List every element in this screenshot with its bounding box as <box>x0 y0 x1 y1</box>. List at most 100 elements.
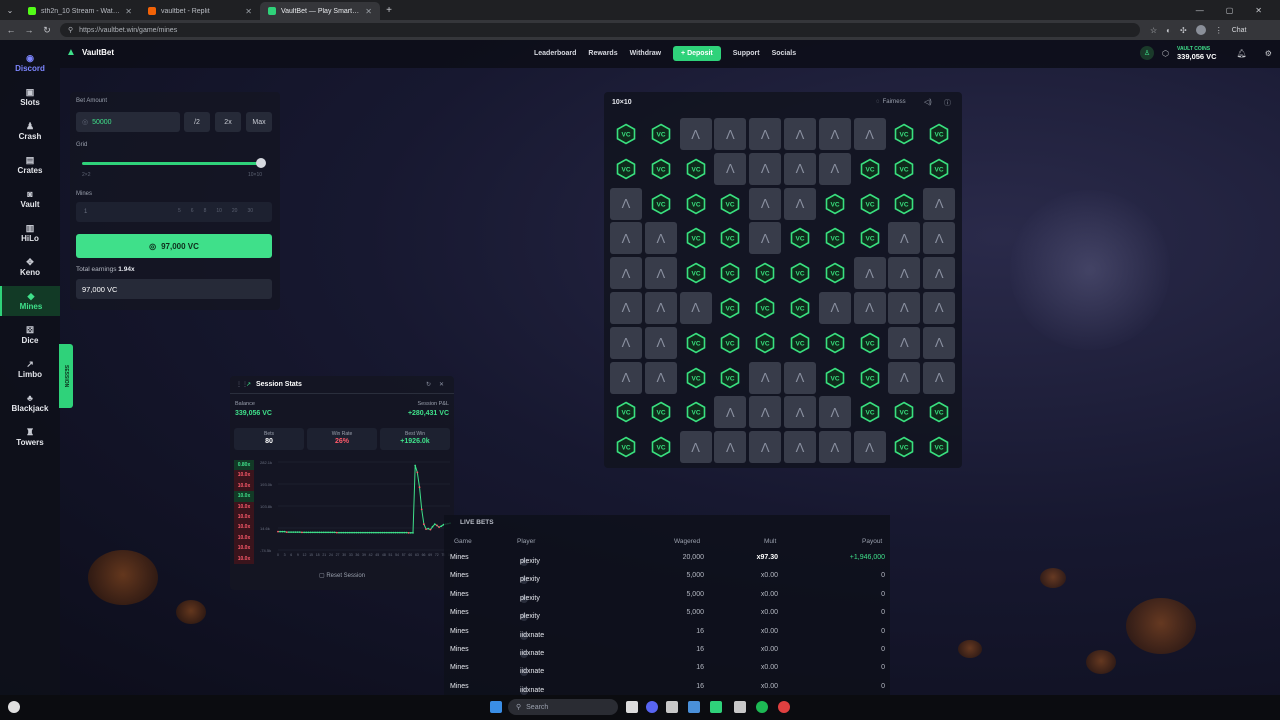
hidden-tile[interactable]: Λ <box>679 118 712 150</box>
cashout-button[interactable]: ◎ 97,000 VC <box>76 234 272 258</box>
gem-tile[interactable]: VC <box>819 362 851 394</box>
gem-tile[interactable]: VC <box>784 257 816 289</box>
gem-tile[interactable]: VC <box>784 292 816 324</box>
grid-slider-handle[interactable] <box>256 158 266 168</box>
minimize-icon[interactable]: — <box>1196 6 1204 15</box>
close-icon[interactable]: ✕ <box>439 381 444 388</box>
hidden-tile[interactable]: Λ <box>644 222 677 255</box>
gem-tile[interactable]: VC <box>645 153 677 185</box>
back-icon[interactable]: ← <box>4 25 18 35</box>
nav-socials[interactable]: Socials <box>772 47 797 60</box>
hidden-tile[interactable]: Λ <box>818 291 851 324</box>
hidden-tile[interactable]: Λ <box>888 326 921 359</box>
mines-preset-button[interactable]: 5 <box>178 208 181 214</box>
sidebar-item-towers[interactable]: ♜ Towers <box>0 422 60 452</box>
gem-tile[interactable]: VC <box>888 118 920 150</box>
browser-tab[interactable]: VaultBet — Play Smarter, Bet ✕ <box>260 2 380 20</box>
gem-tile[interactable]: VC <box>784 327 816 359</box>
deposit-button[interactable]: + Deposit <box>673 46 721 61</box>
hidden-tile[interactable]: Λ <box>610 222 642 255</box>
gem-tile[interactable]: VC <box>819 327 851 359</box>
gem-tile[interactable]: VC <box>819 222 851 254</box>
hidden-tile[interactable]: Λ <box>853 291 886 324</box>
hidden-tile[interactable]: Λ <box>923 257 956 290</box>
start-widget-icon[interactable] <box>8 701 20 713</box>
hidden-tile[interactable]: Λ <box>783 361 816 394</box>
gem-tile[interactable]: VC <box>888 396 920 428</box>
gem-tile[interactable]: VC <box>854 222 886 254</box>
gem-tile[interactable]: VC <box>854 188 886 220</box>
gem-tile[interactable]: VC <box>749 327 781 359</box>
hidden-tile[interactable]: Λ <box>888 361 921 394</box>
gem-tile[interactable]: VC <box>680 153 712 185</box>
hidden-tile[interactable]: Λ <box>853 118 886 150</box>
tab-close-icon[interactable]: ✕ <box>125 7 132 16</box>
mines-preset-button[interactable]: 8 <box>204 208 207 214</box>
mail-app-icon[interactable] <box>734 701 746 713</box>
hidden-tile[interactable]: Λ <box>923 291 956 324</box>
new-tab-button[interactable]: + <box>380 5 398 16</box>
chat-button[interactable]: Chat <box>1232 27 1247 34</box>
forward-icon[interactable]: → <box>22 25 36 35</box>
hidden-tile[interactable]: Λ <box>679 291 712 324</box>
browser-tab[interactable]: vaultbet - Replit ✕ <box>140 2 260 20</box>
discord-app-icon[interactable] <box>646 701 658 713</box>
hidden-tile[interactable]: Λ <box>853 257 886 290</box>
settings-gear-icon[interactable]: ⚙ <box>1265 49 1272 58</box>
gem-tile[interactable]: VC <box>888 188 920 220</box>
reset-session-button[interactable]: ▢ Reset Session <box>230 572 454 579</box>
mines-preset-button[interactable]: 20 <box>232 208 238 214</box>
hidden-tile[interactable]: Λ <box>714 152 747 185</box>
sidebar-item-vault[interactable]: ◙ Vault <box>0 184 60 214</box>
close-window-icon[interactable]: ✕ <box>1255 6 1262 15</box>
gem-tile[interactable]: VC <box>680 222 712 254</box>
session-stats-tab[interactable]: SESSION <box>59 344 73 408</box>
gem-tile[interactable]: VC <box>645 118 677 150</box>
reload-icon[interactable]: ↻ <box>40 25 54 36</box>
address-bar[interactable]: ⚲ https://vaultbet.win/game/mines <box>60 23 1140 37</box>
gem-tile[interactable]: VC <box>714 257 746 289</box>
browser-app-icon[interactable] <box>688 701 700 713</box>
menu-icon[interactable]: ⋮ <box>1215 26 1223 35</box>
help-icon[interactable]: ⓘ <box>944 98 951 108</box>
sidebar-item-discord[interactable]: ◉ Discord <box>0 48 60 78</box>
hidden-tile[interactable]: Λ <box>749 118 782 150</box>
gem-tile[interactable]: VC <box>680 396 712 428</box>
nav-withdraw[interactable]: Withdraw <box>630 47 661 60</box>
half-bet-button[interactable]: /2 <box>184 112 210 132</box>
tab-close-icon[interactable]: ✕ <box>365 7 372 16</box>
gem-tile[interactable]: VC <box>645 431 677 463</box>
wallet-balance[interactable]: VAULT COINS 339,056 VC <box>1177 45 1217 61</box>
chrome-icon[interactable] <box>778 701 790 713</box>
hidden-tile[interactable]: Λ <box>749 152 782 185</box>
gem-tile[interactable]: VC <box>680 327 712 359</box>
hidden-tile[interactable]: Λ <box>888 222 921 255</box>
brand-logo[interactable]: ▲ VaultBet <box>66 47 114 58</box>
hidden-tile[interactable]: Λ <box>818 118 851 150</box>
mines-preset-button[interactable]: 30 <box>247 208 253 214</box>
sidebar-item-crash[interactable]: ♟ Crash <box>0 116 60 146</box>
gem-tile[interactable]: VC <box>680 362 712 394</box>
gem-tile[interactable]: VC <box>749 292 781 324</box>
hidden-tile[interactable]: Λ <box>644 257 677 290</box>
gem-tile[interactable]: VC <box>923 118 955 150</box>
hidden-tile[interactable]: Λ <box>888 291 921 324</box>
gem-tile[interactable]: VC <box>610 396 642 428</box>
fairness-button[interactable]: ◌ Fairness <box>876 99 906 105</box>
hidden-tile[interactable]: Λ <box>714 118 747 150</box>
hidden-tile[interactable]: Λ <box>923 361 956 394</box>
hidden-tile[interactable]: Λ <box>610 361 642 394</box>
gem-tile[interactable]: VC <box>680 188 712 220</box>
mines-preset-button[interactable]: 6 <box>191 208 194 214</box>
mines-preset-button[interactable]: 10 <box>216 208 222 214</box>
max-bet-button[interactable]: Max <box>246 112 272 132</box>
hidden-tile[interactable]: Λ <box>610 257 642 290</box>
sidebar-item-slots[interactable]: ▣ Slots <box>0 82 60 112</box>
refresh-icon[interactable]: ↻ <box>426 381 431 388</box>
gem-tile[interactable]: VC <box>923 396 955 428</box>
site-info-icon[interactable]: ⚲ <box>68 26 73 34</box>
hidden-tile[interactable]: Λ <box>749 222 782 255</box>
gem-tile[interactable]: VC <box>610 153 642 185</box>
gem-tile[interactable]: VC <box>923 153 955 185</box>
gem-tile[interactable]: VC <box>854 396 886 428</box>
